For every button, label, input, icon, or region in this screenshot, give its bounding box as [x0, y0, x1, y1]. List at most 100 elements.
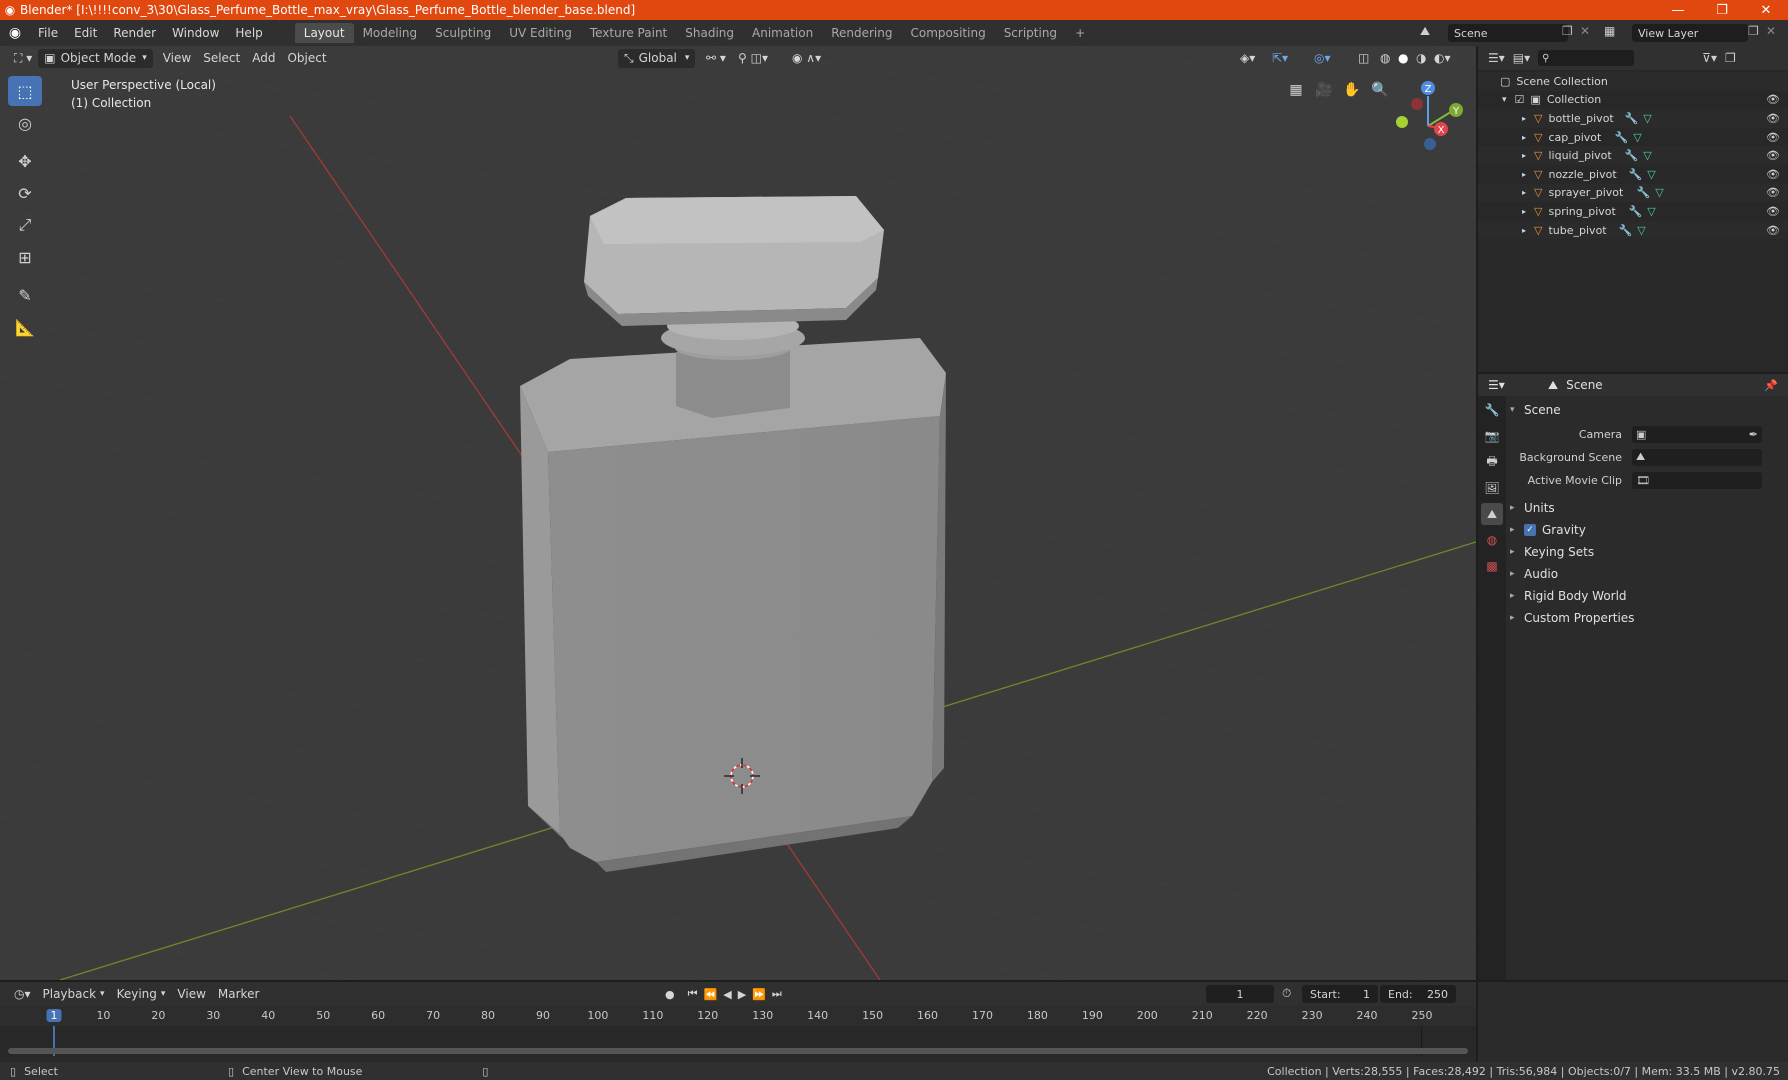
- cursor-tool-icon[interactable]: ◎: [8, 108, 42, 138]
- delete-view-layer-icon[interactable]: ✕: [1766, 24, 1776, 38]
- scene-tab-icon[interactable]: ⛰: [1481, 503, 1503, 525]
- collapse-arrow-icon[interactable]: ▾: [1502, 95, 1507, 105]
- menu-render[interactable]: Render: [105, 26, 164, 40]
- world-tab-icon[interactable]: ◍: [1481, 529, 1503, 551]
- audio-panel-header[interactable]: ▸ Audio: [1510, 564, 1786, 584]
- measure-tool-icon[interactable]: 📐: [8, 312, 42, 342]
- outliner-object-row[interactable]: ▸ ▽ liquid_pivot 🔧 ▽ 👁: [1478, 146, 1788, 165]
- menu-file[interactable]: File: [30, 26, 66, 40]
- pin-icon[interactable]: 📌: [1764, 379, 1778, 392]
- transform-orientation-dropdown[interactable]: ⤡ Global ▾: [618, 48, 696, 68]
- eye-icon[interactable]: 👁: [1766, 93, 1780, 106]
- play-icon[interactable]: ▶: [738, 988, 746, 1001]
- search-field[interactable]: ⚲: [1538, 50, 1635, 66]
- menu-edit[interactable]: Edit: [66, 26, 105, 40]
- scene-name-field[interactable]: Scene: [1448, 24, 1568, 42]
- tab-scripting[interactable]: Scripting: [995, 23, 1066, 43]
- xray-icon[interactable]: ◫: [1352, 49, 1375, 68]
- gizmo-toggle-icon[interactable]: ⇱▾: [1266, 49, 1294, 68]
- overlays-icon[interactable]: ◎▾: [1308, 49, 1337, 68]
- outliner-object-row[interactable]: ▸ ▽ bottle_pivot 🔧 ▽ 👁: [1478, 109, 1788, 128]
- transform-tool-icon[interactable]: ⊞: [8, 242, 42, 272]
- expand-arrow-icon[interactable]: ▸: [1522, 151, 1526, 160]
- gravity-checkbox[interactable]: ✓: [1524, 524, 1536, 536]
- units-panel-header[interactable]: ▸ Units: [1510, 498, 1786, 518]
- annotate-tool-icon[interactable]: ✎: [8, 280, 42, 310]
- new-view-layer-icon[interactable]: ❐: [1748, 24, 1759, 38]
- tool-tab-icon[interactable]: 🔧: [1481, 399, 1503, 421]
- eye-icon[interactable]: 👁: [1766, 224, 1780, 237]
- menu-keying[interactable]: Keying ▾: [111, 985, 172, 1004]
- expand-arrow-icon[interactable]: ▸: [1522, 133, 1526, 142]
- eye-icon[interactable]: 👁: [1766, 205, 1780, 218]
- rendered-shading-icon[interactable]: ◐▾: [1428, 49, 1457, 68]
- menu-playback[interactable]: Playback ▾: [37, 985, 111, 1004]
- new-collection-icon[interactable]: ❐: [1725, 51, 1736, 65]
- stopwatch-icon[interactable]: ⏱: [1282, 986, 1291, 1001]
- custom-properties-panel-header[interactable]: ▸ Custom Properties: [1510, 608, 1786, 628]
- outliner-object-row[interactable]: ▸ ▽ cap_pivot 🔧 ▽ 👁: [1478, 128, 1788, 147]
- camera-field[interactable]: ▣ ✒: [1632, 425, 1762, 443]
- menu-select[interactable]: Select: [197, 49, 246, 68]
- texture-tab-icon[interactable]: ▩: [1481, 555, 1503, 577]
- eyedropper-icon[interactable]: ✒: [1749, 428, 1758, 441]
- eye-icon[interactable]: 👁: [1766, 186, 1780, 199]
- outliner-object-row[interactable]: ▸ ▽ nozzle_pivot 🔧 ▽ 👁: [1478, 165, 1788, 184]
- scale-tool-icon[interactable]: ⤢: [8, 210, 42, 240]
- tab-uv-editing[interactable]: UV Editing: [500, 23, 581, 43]
- tab-texture-paint[interactable]: Texture Paint: [581, 23, 676, 43]
- eye-icon[interactable]: 👁: [1766, 149, 1780, 162]
- pan-hand-icon[interactable]: ✋: [1340, 78, 1364, 102]
- properties-editor-type-icon[interactable]: ☰▾: [1488, 378, 1505, 392]
- close-icon[interactable]: ✕: [1744, 3, 1788, 18]
- tab-modeling[interactable]: Modeling: [354, 23, 427, 43]
- render-tab-icon[interactable]: 📷: [1481, 425, 1503, 447]
- object-mode-dropdown[interactable]: ▣ Object Mode ▾: [38, 48, 153, 68]
- eye-icon[interactable]: 👁: [1766, 131, 1780, 144]
- jump-end-icon[interactable]: ⏭: [772, 987, 782, 1001]
- play-reverse-icon[interactable]: ◀: [723, 988, 731, 1001]
- background-scene-field[interactable]: ⛰: [1632, 448, 1762, 466]
- output-tab-icon[interactable]: 🖶: [1481, 451, 1503, 473]
- menu-timeline-view[interactable]: View: [171, 985, 211, 1004]
- current-frame-field[interactable]: 1: [1206, 985, 1274, 1003]
- outliner-object-row[interactable]: ▸ ▽ spring_pivot 🔧 ▽ 👁: [1478, 202, 1788, 221]
- menu-marker[interactable]: Marker: [212, 985, 265, 1004]
- visibility-icon[interactable]: ◈▾: [1234, 49, 1261, 68]
- tab-shading[interactable]: Shading: [676, 23, 743, 43]
- gravity-panel-header[interactable]: ▸ ✓ Gravity: [1510, 520, 1786, 540]
- outliner-collection[interactable]: ▾ ☑ ▣ Collection 👁: [1478, 91, 1788, 110]
- timeline-ruler[interactable]: 1 10 20 30 40 50 60 70 80 90 100 110 120 130 140 150 160…: [0, 1006, 1476, 1026]
- blender-logo-icon[interactable]: ◉: [0, 25, 30, 41]
- menu-object[interactable]: Object: [281, 49, 332, 68]
- jump-start-icon[interactable]: ⏮: [688, 987, 698, 1001]
- filter-icon[interactable]: ⊽▾: [1702, 51, 1717, 65]
- snap-icon[interactable]: ⚲ ◫▾: [732, 49, 774, 68]
- prev-keyframe-icon[interactable]: ⏪: [704, 988, 718, 1001]
- timeline-editor-type-icon[interactable]: ◷▾: [8, 985, 37, 1004]
- proportional-editing-icon[interactable]: ◉ ∧▾: [786, 49, 827, 68]
- editor-type-icon[interactable]: ⛶ ▾: [8, 49, 38, 68]
- expand-arrow-icon[interactable]: ▸: [1522, 226, 1526, 235]
- start-frame-field[interactable]: Start: 1: [1302, 985, 1378, 1003]
- menu-window[interactable]: Window: [164, 26, 227, 40]
- view-layer-field[interactable]: View Layer: [1632, 24, 1748, 42]
- zoom-icon[interactable]: 🔍: [1368, 78, 1392, 102]
- keying-sets-panel-header[interactable]: ▸ Keying Sets: [1510, 542, 1786, 562]
- view-layer-tab-icon[interactable]: 🖼: [1481, 477, 1503, 499]
- expand-arrow-icon[interactable]: ▸: [1522, 114, 1526, 123]
- tab-layout[interactable]: Layout: [294, 23, 354, 43]
- timeline-scrollbar[interactable]: [8, 1048, 1468, 1054]
- view-layer-icon[interactable]: ▦: [1604, 24, 1615, 38]
- menu-add[interactable]: Add: [246, 49, 281, 68]
- restore-icon[interactable]: ❐: [1700, 3, 1744, 18]
- add-workspace-button[interactable]: +: [1066, 23, 1094, 43]
- end-frame-field[interactable]: End: 250: [1380, 985, 1456, 1003]
- camera-view-icon[interactable]: 🎥: [1312, 78, 1336, 102]
- select-box-tool-icon[interactable]: ⬚: [8, 76, 42, 106]
- checkbox-icon[interactable]: ☑: [1515, 93, 1525, 106]
- rigid-body-world-panel-header[interactable]: ▸ Rigid Body World: [1510, 586, 1786, 606]
- scene-selector-icon[interactable]: ⛰: [1420, 24, 1430, 39]
- rotate-tool-icon[interactable]: ⟳: [8, 178, 42, 208]
- menu-view[interactable]: View: [157, 49, 197, 68]
